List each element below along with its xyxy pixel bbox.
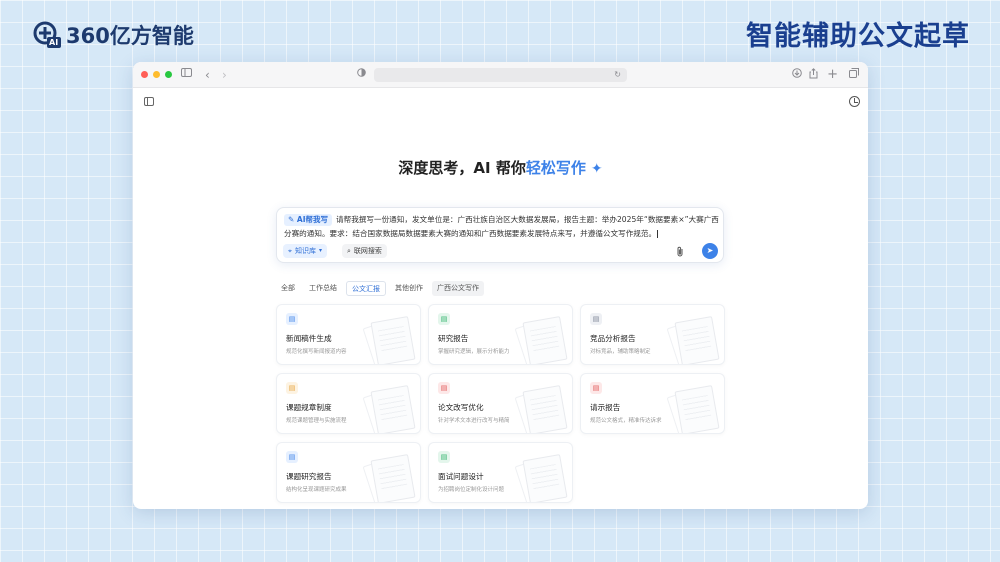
category-tabs: 全部 工作总结 公文汇报 其他创作 广西公文写作 [276, 281, 484, 296]
knowledge-base-dropdown[interactable]: ⌖ 知识库 ▾ [283, 244, 327, 258]
card-title: 论文改写优化 [438, 403, 484, 412]
card-title: 面试问题设计 [438, 472, 484, 481]
history-icon[interactable] [849, 96, 860, 107]
document-icon: ▤ [438, 313, 450, 325]
hero-highlight: 轻松写作 [525, 159, 586, 177]
download-icon[interactable] [792, 68, 802, 83]
document-icon: ▤ [438, 451, 450, 463]
template-card-rules[interactable]: ▤ 课题规章制度 规范课题管理与实施流程 [276, 373, 421, 434]
tab-work-summary[interactable]: 工作总结 [304, 281, 342, 296]
share-icon[interactable] [809, 68, 818, 84]
template-card-request-report[interactable]: ▤ 请示报告 规范公文格式，精准传达诉求 [580, 373, 725, 434]
sidebar-icon[interactable] [181, 68, 192, 82]
card-title: 研究报告 [438, 334, 469, 343]
template-card-project-research[interactable]: ▤ 课题研究报告 结构化呈现课题研究成果 [276, 442, 421, 503]
prompt-text: 请帮我撰写一份通知，发文单位是：广西壮族自治区大数据发展局，报告主题：举办202… [284, 215, 719, 238]
web-search-toggle[interactable]: ⌕ 联网搜索 [342, 244, 387, 258]
browser-titlebar: ‹ › ↻ + [133, 62, 868, 88]
template-card-news[interactable]: ▤ 新闻稿件生成 规范化撰写新闻报道内容 [276, 304, 421, 365]
hero-prefix: 深度思考，AI 帮你 [398, 159, 526, 177]
new-tab-icon[interactable]: + [827, 68, 838, 82]
prompt-input[interactable]: ✎ AI帮我写 请帮我撰写一份通知，发文单位是：广西壮族自治区大数据发展局，报告主… [284, 213, 722, 241]
card-description: 结构化呈现课题研究成果 [286, 487, 347, 493]
card-title: 课题研究报告 [286, 472, 332, 481]
close-window-button[interactable] [141, 71, 148, 78]
template-card-competitor[interactable]: ▤ 竞品分析报告 对标竞品，辅助策略制定 [580, 304, 725, 365]
location-pin-icon: ⌖ [288, 247, 292, 255]
document-icon: ▤ [286, 313, 298, 325]
brand-name: 360亿方智能 [66, 24, 194, 48]
text-caret [657, 230, 659, 238]
minimize-window-button[interactable] [153, 71, 160, 78]
brand-logo: AI 360亿方智能 [32, 20, 194, 50]
pen-icon: ✎ [288, 215, 297, 224]
forward-icon[interactable]: › [222, 68, 227, 82]
tab-overview-icon[interactable] [849, 68, 859, 83]
ai-write-label: AI帮我写 [296, 215, 329, 224]
zoom-window-button[interactable] [165, 71, 172, 78]
card-title: 课题规章制度 [286, 403, 332, 412]
paper-illustration [370, 385, 416, 433]
document-icon: ▤ [286, 451, 298, 463]
paper-illustration [674, 385, 720, 433]
knowledge-base-label: 知识库 [294, 247, 316, 255]
privacy-shield-icon[interactable] [357, 68, 366, 82]
back-icon[interactable]: ‹ [205, 68, 210, 82]
card-description: 针对学术文本进行改写与精简 [438, 418, 510, 424]
document-icon: ▤ [590, 313, 602, 325]
card-title: 竞品分析报告 [590, 334, 636, 343]
document-icon: ▤ [590, 382, 602, 394]
web-search-label: 联网搜索 [353, 247, 382, 255]
ai-write-tag[interactable]: ✎ AI帮我写 [284, 214, 333, 226]
card-title: 请示报告 [590, 403, 621, 412]
address-bar[interactable]: ↻ [374, 68, 627, 82]
tab-all[interactable]: 全部 [276, 281, 300, 296]
hero-title: 深度思考，AI 帮你轻松写作 ✦ [133, 157, 868, 178]
search-icon: ⌕ [347, 247, 351, 255]
sidebar-toggle-icon[interactable] [144, 97, 154, 106]
send-button[interactable]: ➤ [702, 243, 718, 259]
tab-official-report[interactable]: 公文汇报 [346, 281, 386, 296]
reload-icon[interactable]: ↻ [614, 68, 621, 82]
template-card-interview[interactable]: ▤ 面试问题设计 为招聘岗位定制化设计问题 [428, 442, 573, 503]
prompt-box[interactable]: ✎ AI帮我写 请帮我撰写一份通知，发文单位是：广西壮族自治区大数据发展局，报告主… [276, 207, 724, 263]
card-description: 规范化撰写新闻报道内容 [286, 349, 347, 355]
paper-illustration [522, 385, 568, 433]
page-content: 深度思考，AI 帮你轻松写作 ✦ ✎ AI帮我写 请帮我撰写一份通知，发文单位是：广… [133, 88, 868, 509]
document-icon: ▤ [438, 382, 450, 394]
paper-illustration [370, 316, 416, 364]
attachment-icon[interactable] [676, 246, 684, 260]
tab-other-creation[interactable]: 其他创作 [390, 281, 428, 296]
chevron-down-icon: ▾ [318, 247, 322, 254]
card-description: 为招聘岗位定制化设计问题 [438, 487, 505, 493]
card-description: 规范公文格式，精准传达诉求 [590, 418, 662, 424]
page-headline: 智能辅助公文起草 [746, 21, 970, 52]
paper-illustration [674, 316, 720, 364]
template-card-research[interactable]: ▤ 研究报告 掌握研究逻辑，展示分析能力 [428, 304, 573, 365]
paper-illustration [370, 454, 416, 502]
card-description: 规范课题管理与实施流程 [286, 418, 347, 424]
card-description: 对标竞品，辅助策略制定 [590, 349, 651, 355]
template-card-paper-rewrite[interactable]: ▤ 论文改写优化 针对学术文本进行改写与精简 [428, 373, 573, 434]
paper-illustration [522, 316, 568, 364]
card-description: 掌握研究逻辑，展示分析能力 [438, 349, 510, 355]
paper-illustration [522, 454, 568, 502]
logo-icon: AI [32, 20, 62, 50]
sparkle-icon: ✦ [590, 161, 603, 177]
browser-window: ‹ › ↻ + 深度思考，AI 帮你轻松写作 ✦ ✎ AI帮我写 请帮我撰写一份通知… [133, 62, 868, 509]
logo-ai-text: AI [49, 38, 59, 47]
card-title: 新闻稿件生成 [286, 334, 332, 343]
tab-guangxi-writing[interactable]: 广西公文写作 [432, 281, 484, 296]
document-icon: ▤ [286, 382, 298, 394]
